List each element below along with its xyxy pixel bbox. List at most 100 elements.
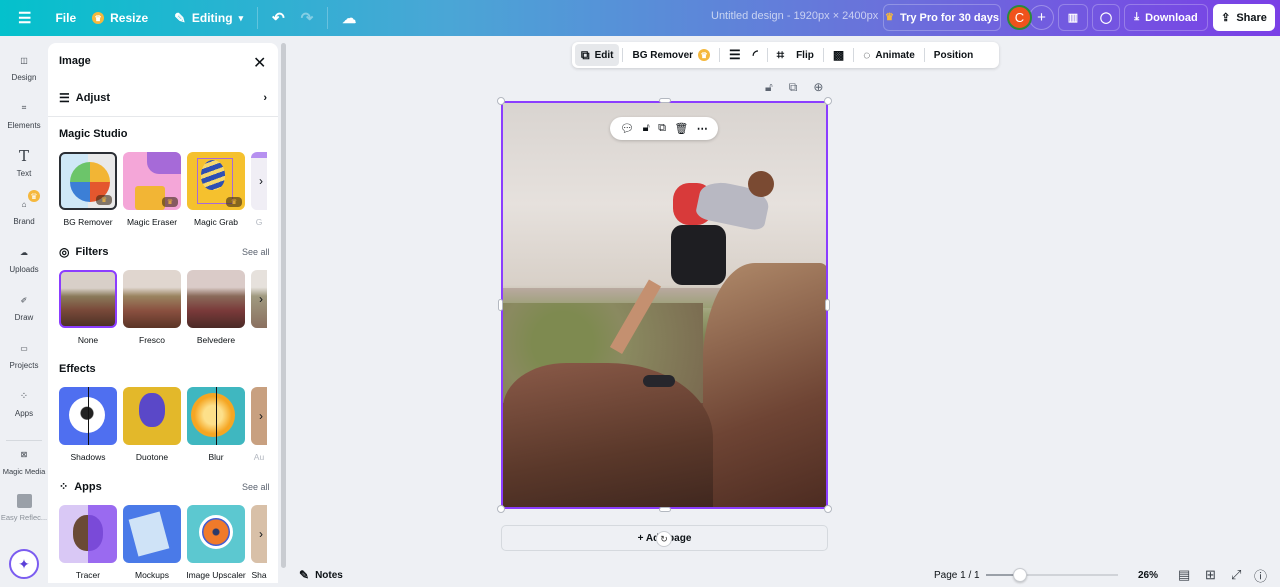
apps-see-all-link[interactable]: See all bbox=[242, 482, 270, 492]
avatar[interactable]: C bbox=[1007, 5, 1032, 30]
add-comment-icon[interactable]: 💬︎ bbox=[620, 122, 634, 135]
rail-item-text[interactable]: T Text bbox=[0, 147, 48, 178]
cloud-save-status[interactable]: ☁ bbox=[334, 4, 364, 32]
resize-handle-left[interactable] bbox=[498, 299, 503, 311]
divider bbox=[6, 440, 42, 441]
filters-see-all-link[interactable]: See all bbox=[242, 247, 270, 257]
fullscreen-icon[interactable]: ⤢ bbox=[1231, 567, 1241, 583]
rail-item-apps[interactable]: ⁘ Apps bbox=[0, 388, 48, 419]
transparency-button[interactable]: ▩ bbox=[827, 44, 850, 66]
notes-button[interactable]: ✎ Notes bbox=[299, 568, 343, 582]
resize-handle-top[interactable] bbox=[659, 98, 671, 103]
tile-magic-eraser[interactable]: ♛ Magic Eraser bbox=[123, 152, 181, 227]
grid-view-icon[interactable]: ⊞ bbox=[1205, 567, 1216, 583]
tile-label: None bbox=[77, 335, 99, 345]
rail-item-magic-media[interactable]: ⊠ Magic Media bbox=[0, 446, 48, 477]
effect-shadows[interactable]: Shadows bbox=[59, 387, 117, 462]
position-button[interactable]: Position bbox=[928, 44, 979, 66]
redo-icon: ↷ bbox=[300, 10, 314, 27]
apps-tiles: Tracer Mockups Image Upscaler Sha bbox=[59, 505, 267, 580]
rail-label: Design bbox=[11, 73, 37, 82]
filter-none[interactable]: None bbox=[59, 270, 117, 345]
design-title[interactable]: Untitled design - 1920px × 2400px bbox=[711, 10, 878, 22]
resize-handle-top-left[interactable] bbox=[497, 97, 505, 105]
app-tracer[interactable]: Tracer bbox=[59, 505, 117, 580]
adjust-row[interactable]: ☰ Adjust › bbox=[48, 79, 278, 117]
lock-icon[interactable]: 🔓︎ bbox=[643, 122, 650, 135]
tile-label: Magic Grab bbox=[194, 217, 238, 227]
help-icon[interactable]: ⓘ bbox=[1254, 566, 1267, 585]
filter-fresco-thumbnail bbox=[123, 270, 181, 328]
edit-button[interactable]: ⧉ Edit bbox=[575, 44, 620, 66]
divider bbox=[766, 48, 768, 62]
comments-button[interactable]: ◯ bbox=[1092, 4, 1120, 31]
flip-button[interactable]: Flip bbox=[790, 44, 820, 66]
resize-handle-bottom-right[interactable] bbox=[824, 505, 832, 513]
bg-remover-button[interactable]: BG Remover ♛ bbox=[626, 44, 716, 66]
page-indicator[interactable]: Page 1 / 1 bbox=[934, 570, 980, 581]
rotate-handle[interactable]: ↻ bbox=[656, 531, 672, 547]
tile-magic-grab[interactable]: ♛ Magic Grab bbox=[187, 152, 245, 227]
tile-partial[interactable]: G bbox=[251, 152, 267, 227]
add-collaborator-button[interactable]: + bbox=[1029, 5, 1054, 30]
effect-duotone[interactable]: Duotone bbox=[123, 387, 181, 462]
filter-fresco[interactable]: Fresco bbox=[123, 270, 181, 345]
duplicate-page-icon[interactable]: ⧉ bbox=[789, 80, 798, 95]
resize-button[interactable]: ♛ Resize bbox=[84, 4, 156, 32]
rail-item-draw[interactable]: ✐ Draw bbox=[0, 292, 48, 323]
rail-item-brand[interactable]: ⌂ Brand ♛ bbox=[0, 190, 48, 226]
filter-belvedere[interactable]: Belvedere bbox=[187, 270, 245, 345]
close-panel-button[interactable]: ✕ bbox=[253, 53, 266, 73]
animate-button[interactable]: ◌ Animate bbox=[857, 44, 921, 66]
effect-partial[interactable]: Au bbox=[251, 387, 267, 462]
tile-bg-remover[interactable]: ♛ BG Remover bbox=[59, 152, 117, 227]
more-options-icon[interactable]: ⋯ bbox=[697, 122, 708, 135]
tile-label: G bbox=[255, 217, 263, 227]
corner-rounding-button[interactable]: ◜ bbox=[747, 44, 764, 66]
menu-button[interactable]: ☰ bbox=[10, 4, 39, 32]
apps-next-button[interactable]: › bbox=[254, 527, 268, 541]
effects-next-button[interactable]: › bbox=[254, 409, 268, 423]
effect-blur[interactable]: Blur bbox=[187, 387, 245, 462]
page-thumbnails-icon[interactable]: ▤ bbox=[1178, 567, 1190, 583]
filters-next-button[interactable]: › bbox=[254, 292, 268, 306]
lock-page-icon[interactable]: 🔓︎ bbox=[765, 80, 773, 95]
resize-handle-right[interactable] bbox=[825, 299, 830, 311]
transparency-icon: ▩ bbox=[832, 48, 845, 62]
magic-assistant-button[interactable]: ✦ bbox=[9, 549, 39, 579]
try-pro-button[interactable]: ♛ Try Pro for 30 days bbox=[883, 4, 1001, 31]
zoom-level[interactable]: 26% bbox=[1138, 570, 1158, 581]
design-canvas[interactable] bbox=[501, 101, 828, 509]
zoom-slider[interactable] bbox=[986, 568, 1118, 582]
app-partial[interactable]: Sha bbox=[251, 505, 267, 580]
resize-handle-bottom-left[interactable] bbox=[497, 505, 505, 513]
download-button[interactable]: ⤓ Download bbox=[1124, 4, 1208, 31]
hamburger-icon: ☰ bbox=[18, 10, 32, 27]
undo-icon: ↶ bbox=[272, 10, 285, 27]
rail-item-design[interactable]: ◫ Design bbox=[0, 52, 48, 83]
rail-item-easy-reflection[interactable]: Easy Reflec... bbox=[0, 494, 48, 522]
undo-button[interactable]: ↶ bbox=[264, 4, 293, 32]
share-button[interactable]: ⇪ Share bbox=[1213, 4, 1275, 31]
crop-button[interactable]: ⌗ bbox=[771, 44, 790, 66]
editing-mode-dropdown[interactable]: ✎ Editing ▾ bbox=[166, 4, 251, 32]
magic-studio-next-button[interactable]: › bbox=[254, 174, 268, 188]
border-style-button[interactable]: ☰ bbox=[723, 44, 747, 66]
resize-handle-bottom[interactable] bbox=[659, 507, 671, 512]
panel-scrollbar[interactable] bbox=[281, 43, 286, 568]
resize-handle-top-right[interactable] bbox=[824, 97, 832, 105]
plus-icon: + bbox=[1037, 9, 1046, 26]
app-mockups[interactable]: Mockups bbox=[123, 505, 181, 580]
redo-button[interactable]: ↷ bbox=[293, 4, 322, 32]
insights-button[interactable]: ▥ bbox=[1058, 4, 1088, 31]
rail-item-elements[interactable]: ⌗ Elements bbox=[0, 100, 48, 130]
rail-item-uploads[interactable]: ☁ Uploads bbox=[0, 244, 48, 275]
rail-item-projects[interactable]: ▭ Projects bbox=[0, 340, 48, 371]
add-page-icon[interactable]: ⊕ bbox=[813, 80, 823, 95]
zoom-slider-knob[interactable] bbox=[1013, 568, 1027, 582]
file-menu[interactable]: File bbox=[47, 4, 84, 32]
duplicate-icon[interactable]: ⧉ bbox=[658, 122, 666, 135]
app-image-upscaler[interactable]: Image Upscaler bbox=[186, 505, 246, 580]
trash-icon[interactable]: 🗑︎ bbox=[674, 122, 688, 135]
filter-partial[interactable] bbox=[251, 270, 267, 345]
